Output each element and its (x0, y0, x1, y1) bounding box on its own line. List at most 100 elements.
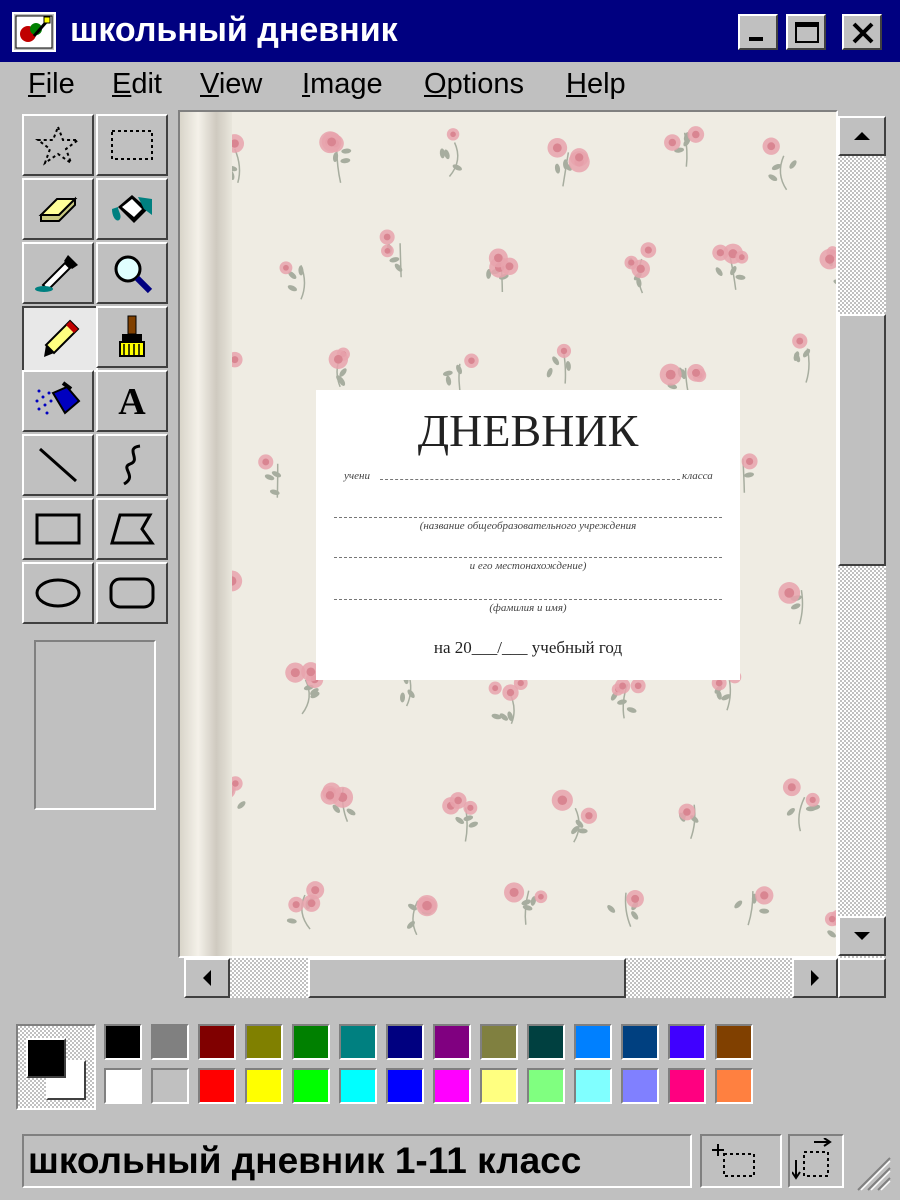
status-bar: школьный дневник 1-11 класс (0, 1126, 900, 1200)
tool-brush[interactable] (96, 306, 168, 368)
maximize-button[interactable] (786, 14, 826, 50)
color-swatch[interactable] (621, 1024, 659, 1060)
tool-options-panel[interactable] (34, 640, 156, 810)
arrow-down-icon (854, 932, 870, 940)
color-swatch[interactable] (715, 1068, 753, 1104)
color-swatch[interactable] (198, 1024, 236, 1060)
color-swatch[interactable] (574, 1024, 612, 1060)
tool-rounded-rectangle[interactable] (96, 562, 168, 624)
color-swatch[interactable] (198, 1068, 236, 1104)
color-swatch[interactable] (245, 1068, 283, 1104)
ellipse-icon (35, 578, 81, 608)
text-icon: A (118, 381, 146, 423)
paint-app-icon[interactable] (12, 12, 56, 52)
tool-rectangle[interactable] (22, 498, 94, 560)
cover-spine (180, 112, 232, 956)
horizontal-scroll-thumb[interactable] (308, 958, 626, 998)
menu-edit[interactable]: Edit (112, 66, 162, 102)
menu-help[interactable]: Help (566, 66, 626, 102)
class-suffix: класса (682, 470, 713, 482)
color-swatch[interactable] (433, 1024, 471, 1060)
location-line (334, 556, 722, 558)
menu-options[interactable]: Options (424, 66, 524, 102)
menu-image[interactable]: Image (302, 66, 383, 102)
color-swatch[interactable] (386, 1068, 424, 1104)
color-swatch[interactable] (104, 1024, 142, 1060)
color-swatch[interactable] (386, 1024, 424, 1060)
resize-grip-icon[interactable] (852, 1152, 892, 1192)
menu-file[interactable]: File (28, 66, 75, 102)
minimize-button[interactable] (738, 14, 778, 50)
color-swatch[interactable] (292, 1024, 330, 1060)
color-swatch[interactable] (715, 1024, 753, 1060)
location-caption: и его местонахождение) (469, 560, 587, 572)
color-swatch[interactable] (668, 1024, 706, 1060)
current-colors[interactable] (16, 1024, 96, 1110)
status-text: школьный дневник 1-11 класс (22, 1134, 692, 1188)
tool-eraser[interactable] (22, 178, 94, 240)
tool-polygon[interactable] (96, 498, 168, 560)
horizontal-scrollbar[interactable] (184, 958, 838, 998)
color-swatch[interactable] (527, 1068, 565, 1104)
foreground-color[interactable] (26, 1038, 66, 1078)
status-position (700, 1134, 782, 1188)
color-swatch[interactable] (527, 1024, 565, 1060)
tool-magnifier[interactable] (96, 242, 168, 304)
scroll-corner (838, 958, 886, 998)
vertical-scroll-thumb[interactable] (838, 314, 886, 566)
magnifier-icon (114, 255, 153, 294)
arrow-up-icon (854, 132, 870, 140)
color-swatch[interactable] (668, 1068, 706, 1104)
tool-ellipse[interactable] (22, 562, 94, 624)
star-select-icon (35, 124, 81, 166)
airbrush-icon (35, 381, 81, 415)
rectangle-icon (35, 513, 81, 545)
color-swatch[interactable] (339, 1068, 377, 1104)
title-bar: школьный дневник (0, 0, 900, 62)
pencil-icon (44, 319, 80, 357)
color-swatch[interactable] (245, 1024, 283, 1060)
scroll-left-button[interactable] (184, 958, 230, 998)
scroll-up-button[interactable] (838, 116, 886, 156)
color-swatch[interactable] (151, 1068, 189, 1104)
line-icon (39, 447, 77, 483)
tool-pencil[interactable] (22, 306, 98, 372)
tool-pick-color[interactable] (22, 242, 94, 304)
canvas[interactable]: ДНЕВНИК учени класса (название общеобраз… (178, 110, 838, 958)
color-swatch[interactable] (480, 1068, 518, 1104)
brush-icon (119, 315, 145, 357)
eyedropper-icon (35, 255, 78, 292)
color-swatch[interactable] (339, 1024, 377, 1060)
vertical-scrollbar[interactable] (838, 116, 886, 958)
color-swatch[interactable] (292, 1068, 330, 1104)
tool-airbrush[interactable] (22, 370, 94, 432)
close-icon (852, 22, 874, 44)
color-swatch[interactable] (151, 1024, 189, 1060)
school-line (334, 516, 722, 518)
diary-title: ДНЕВНИК (417, 405, 639, 456)
rect-select-icon (111, 130, 153, 160)
window-title: школьный дневник (70, 11, 398, 49)
color-box (0, 1010, 900, 1120)
menu-bar: File Edit View Image Options Help (0, 62, 900, 108)
arrow-right-icon (811, 970, 819, 986)
color-swatch[interactable] (104, 1068, 142, 1104)
school-year-line: на 20___/___ учебный год (433, 638, 623, 657)
menu-view[interactable]: View (200, 66, 262, 102)
color-swatch[interactable] (480, 1024, 518, 1060)
color-swatch[interactable] (621, 1068, 659, 1104)
tool-text[interactable]: A (96, 370, 168, 432)
tool-rect-select[interactable] (96, 114, 168, 176)
tool-curve[interactable] (96, 434, 168, 496)
name-line (334, 598, 722, 600)
scroll-right-button[interactable] (792, 958, 838, 998)
tool-fill[interactable] (96, 178, 168, 240)
color-swatch[interactable] (574, 1068, 612, 1104)
tool-line[interactable] (22, 434, 94, 496)
close-button[interactable] (842, 14, 882, 50)
minimize-icon (749, 37, 763, 41)
tool-free-form-select[interactable] (22, 114, 94, 176)
student-prefix: учени (344, 470, 370, 482)
color-swatch[interactable] (433, 1068, 471, 1104)
scroll-down-button[interactable] (838, 916, 886, 956)
